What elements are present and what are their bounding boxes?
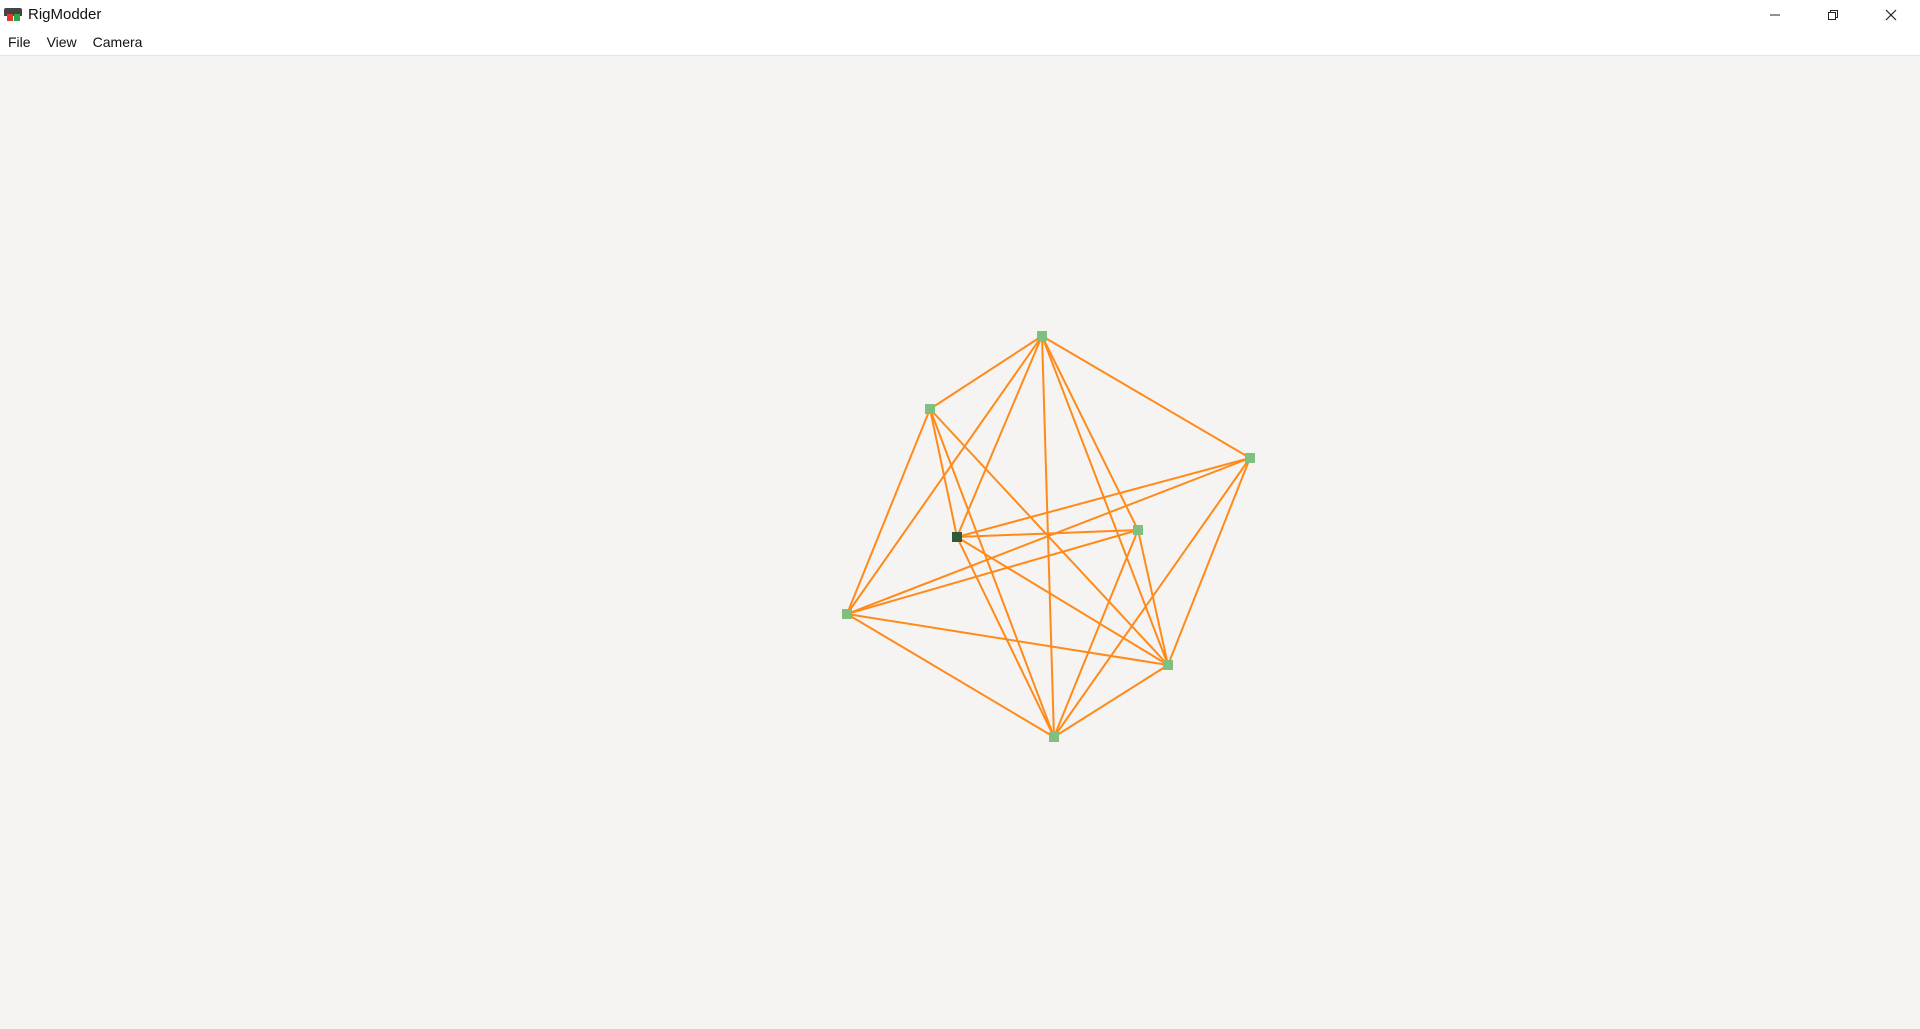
title-bar: RigModder — [0, 0, 1920, 29]
rig-node[interactable] — [1133, 525, 1143, 535]
rig-edge[interactable] — [1053, 529, 1139, 738]
rig-edge[interactable] — [956, 335, 1043, 538]
rig-edge[interactable] — [929, 408, 958, 538]
menu-file[interactable]: File — [0, 29, 39, 55]
close-button[interactable] — [1862, 0, 1920, 29]
rig-edge[interactable] — [846, 408, 931, 615]
close-icon — [1885, 9, 1897, 20]
restore-icon — [1828, 9, 1838, 20]
window-title: RigModder — [28, 6, 102, 23]
rig-node[interactable] — [1245, 453, 1255, 463]
rig-edge[interactable] — [1041, 335, 1169, 666]
minimize-button[interactable] — [1746, 0, 1804, 29]
maximize-button[interactable] — [1804, 0, 1862, 29]
rig-edge[interactable] — [1167, 457, 1251, 666]
menu-bar: File View Camera — [0, 29, 1920, 56]
minimize-icon — [1770, 14, 1780, 15]
menu-view[interactable]: View — [39, 29, 85, 55]
menu-camera[interactable]: Camera — [85, 29, 151, 55]
rig-edge[interactable] — [929, 335, 1043, 410]
3d-viewport[interactable] — [0, 56, 1920, 1029]
rig-wireframe[interactable] — [0, 56, 1920, 1029]
rig-edge[interactable] — [1053, 664, 1169, 738]
app-icon — [4, 7, 22, 22]
rig-node[interactable] — [1037, 331, 1047, 341]
window-controls — [1746, 0, 1920, 29]
rig-edge[interactable] — [846, 457, 1251, 615]
rig-node[interactable] — [1163, 660, 1173, 670]
rig-node[interactable] — [842, 609, 852, 619]
rig-edge[interactable] — [846, 613, 1055, 738]
rig-node[interactable] — [1049, 732, 1059, 742]
rig-edge[interactable] — [846, 613, 1169, 666]
rig-node-selected[interactable] — [952, 532, 962, 542]
rig-node[interactable] — [925, 404, 935, 414]
rig-edge[interactable] — [846, 529, 1139, 615]
rig-edge[interactable] — [956, 457, 1251, 538]
